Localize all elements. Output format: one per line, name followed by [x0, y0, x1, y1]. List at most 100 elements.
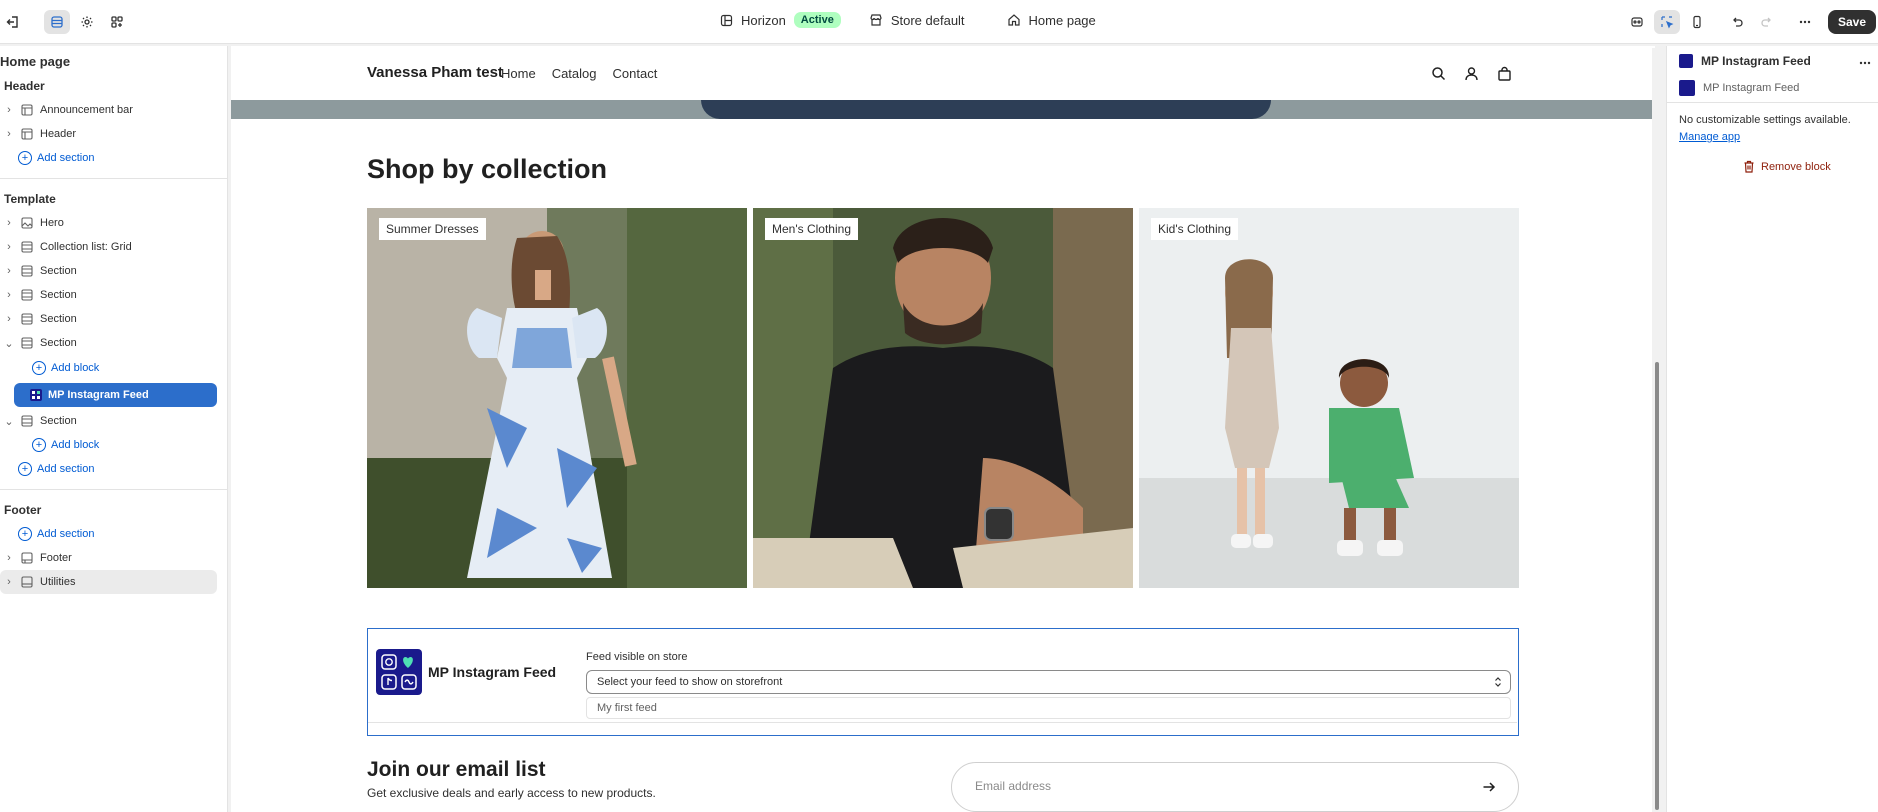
- sidebar-item-header[interactable]: › Header: [0, 122, 227, 146]
- exit-icon[interactable]: [0, 10, 26, 34]
- section-layout-icon: [18, 552, 36, 564]
- sidebar-item-hero[interactable]: › Hero: [0, 211, 227, 235]
- section-layout-icon: [18, 289, 36, 301]
- add-section-button[interactable]: + Add section: [0, 522, 227, 546]
- sidebar-item-mp-instagram-feed[interactable]: MP Instagram Feed: [14, 383, 217, 407]
- account-icon[interactable]: [1464, 66, 1479, 81]
- chevron-down-icon[interactable]: ⌄: [0, 337, 18, 350]
- chevron-down-icon[interactable]: ⌄: [0, 415, 18, 428]
- section-layout-icon: [18, 337, 36, 349]
- feed-option-item[interactable]: My first feed: [586, 697, 1511, 719]
- add-section-button[interactable]: + Add section: [0, 457, 227, 481]
- settings-icon[interactable]: [74, 10, 100, 34]
- undo-icon[interactable]: [1724, 10, 1750, 34]
- page-label: Home page: [1028, 12, 1096, 28]
- chevron-right-icon[interactable]: ›: [0, 128, 18, 140]
- collection-card-kids-clothing[interactable]: Kid's Clothing: [1139, 208, 1519, 588]
- chevron-right-icon[interactable]: ›: [0, 313, 18, 325]
- save-button[interactable]: Save: [1827, 10, 1876, 34]
- feed-visible-label: Feed visible on store: [586, 651, 688, 663]
- theme-icon: [720, 14, 733, 27]
- add-section-button[interactable]: + Add section: [0, 146, 227, 170]
- mobile-icon[interactable]: [1684, 10, 1710, 34]
- feed-select-value: Select your feed to show on storefront: [597, 676, 783, 688]
- sidebar-item-announcement-bar[interactable]: › Announcement bar: [0, 98, 227, 122]
- add-block-button[interactable]: + Add block: [0, 355, 227, 381]
- chevron-right-icon[interactable]: ›: [0, 217, 18, 229]
- sidebar-item-label: Section: [40, 265, 77, 277]
- preview-scrollbar-thumb[interactable]: [1655, 362, 1659, 810]
- collection-card-summer-dresses[interactable]: Summer Dresses: [367, 208, 747, 588]
- arrow-right-icon[interactable]: [1482, 780, 1496, 794]
- store-header-icons: [1431, 66, 1512, 81]
- email-signup-title: Join our email list: [367, 758, 546, 781]
- sidebar-item-label: Section: [40, 337, 77, 349]
- store-name[interactable]: Vanessa Pham test: [367, 64, 503, 81]
- add-section-label: Add section: [37, 463, 95, 475]
- store-context-selector[interactable]: Store default: [869, 13, 965, 28]
- sidebar-item-label: Header: [40, 128, 77, 140]
- sidebar-item-utilities[interactable]: › Utilities: [0, 570, 217, 594]
- nav-link-contact[interactable]: Contact: [613, 66, 658, 81]
- store-header: Vanessa Pham test Home Catalog Contact: [231, 46, 1655, 100]
- plus-circle-icon: +: [18, 151, 32, 165]
- section-layout-icon: [18, 128, 36, 140]
- panel-title: MP Instagram Feed: [1701, 54, 1811, 68]
- collection-card-mens-clothing[interactable]: Men's Clothing: [753, 208, 1133, 588]
- trash-icon: [1743, 160, 1755, 173]
- editor-topbar: Horizon Active Store default Home page S…: [0, 0, 1878, 44]
- section-layout-icon: [18, 241, 36, 253]
- sidebar-item-label: Section: [40, 289, 77, 301]
- collection-image: [367, 208, 747, 588]
- chevron-right-icon[interactable]: ›: [0, 552, 18, 564]
- inspector-icon[interactable]: [1653, 10, 1680, 34]
- search-icon[interactable]: [1431, 66, 1446, 81]
- chevron-right-icon[interactable]: ›: [0, 241, 18, 253]
- page-selector[interactable]: Home page: [1007, 13, 1096, 28]
- redo-icon[interactable]: [1754, 10, 1780, 34]
- sidebar-item-footer[interactable]: › Footer: [0, 546, 227, 570]
- instagram-app-icon: [1679, 54, 1693, 68]
- sidebar-item-section[interactable]: › Section: [0, 259, 227, 283]
- collection-label: Summer Dresses: [379, 218, 486, 240]
- home-icon: [1007, 13, 1021, 27]
- chevron-right-icon[interactable]: ›: [0, 104, 18, 116]
- sidebar-item-section[interactable]: › Section: [0, 283, 227, 307]
- select-arrows-icon: [1494, 676, 1502, 688]
- store-icon: [869, 13, 883, 27]
- email-input[interactable]: Email address: [951, 762, 1519, 812]
- feed-select-dropdown[interactable]: Select your feed to show on storefront: [586, 670, 1511, 694]
- more-icon[interactable]: [1858, 56, 1872, 70]
- cart-icon[interactable]: [1497, 66, 1512, 81]
- theme-selector[interactable]: Horizon Active: [720, 12, 841, 28]
- sidebar-item-label: Footer: [40, 552, 72, 564]
- sidebar-item-section-expanded[interactable]: ⌄ Section: [0, 409, 227, 433]
- sections-sidebar: Home page Header › Announcement bar › He…: [0, 46, 228, 812]
- sidebar-item-section[interactable]: › Section: [0, 307, 227, 331]
- collection-image: [1139, 208, 1519, 588]
- sidebar-item-collection-list[interactable]: › Collection list: Grid: [0, 235, 227, 259]
- add-section-label: Add section: [37, 152, 95, 164]
- section-layout-icon: [18, 104, 36, 116]
- nav-link-home[interactable]: Home: [501, 66, 536, 81]
- chevron-right-icon[interactable]: ›: [0, 289, 18, 301]
- section-layout-icon: [18, 576, 36, 588]
- nav-link-catalog[interactable]: Catalog: [552, 66, 597, 81]
- instagram-app-icon: [30, 389, 42, 401]
- app-block-content: MP Instagram Feed Feed visible on store …: [368, 629, 1517, 723]
- apps-icon[interactable]: [104, 10, 130, 34]
- manage-app-link[interactable]: Manage app: [1679, 131, 1740, 143]
- remove-block-button[interactable]: Remove block: [1743, 160, 1831, 173]
- preview-icon[interactable]: [1624, 10, 1650, 34]
- store-context-label: Store default: [890, 12, 965, 28]
- topbar-center: Horizon Active Store default Home page: [720, 12, 1096, 28]
- sidebar-item-label: Section: [40, 415, 77, 427]
- mp-instagram-feed-block[interactable]: MP Instagram Feed Feed visible on store …: [367, 628, 1519, 736]
- chevron-right-icon[interactable]: ›: [0, 576, 18, 588]
- theme-name: Horizon: [741, 12, 786, 28]
- more-icon[interactable]: [1792, 10, 1818, 34]
- chevron-right-icon[interactable]: ›: [0, 265, 18, 277]
- sidebar-item-section-expanded[interactable]: ⌄ Section: [0, 331, 227, 355]
- add-block-button[interactable]: + Add block: [0, 433, 227, 457]
- sections-icon[interactable]: [44, 10, 70, 34]
